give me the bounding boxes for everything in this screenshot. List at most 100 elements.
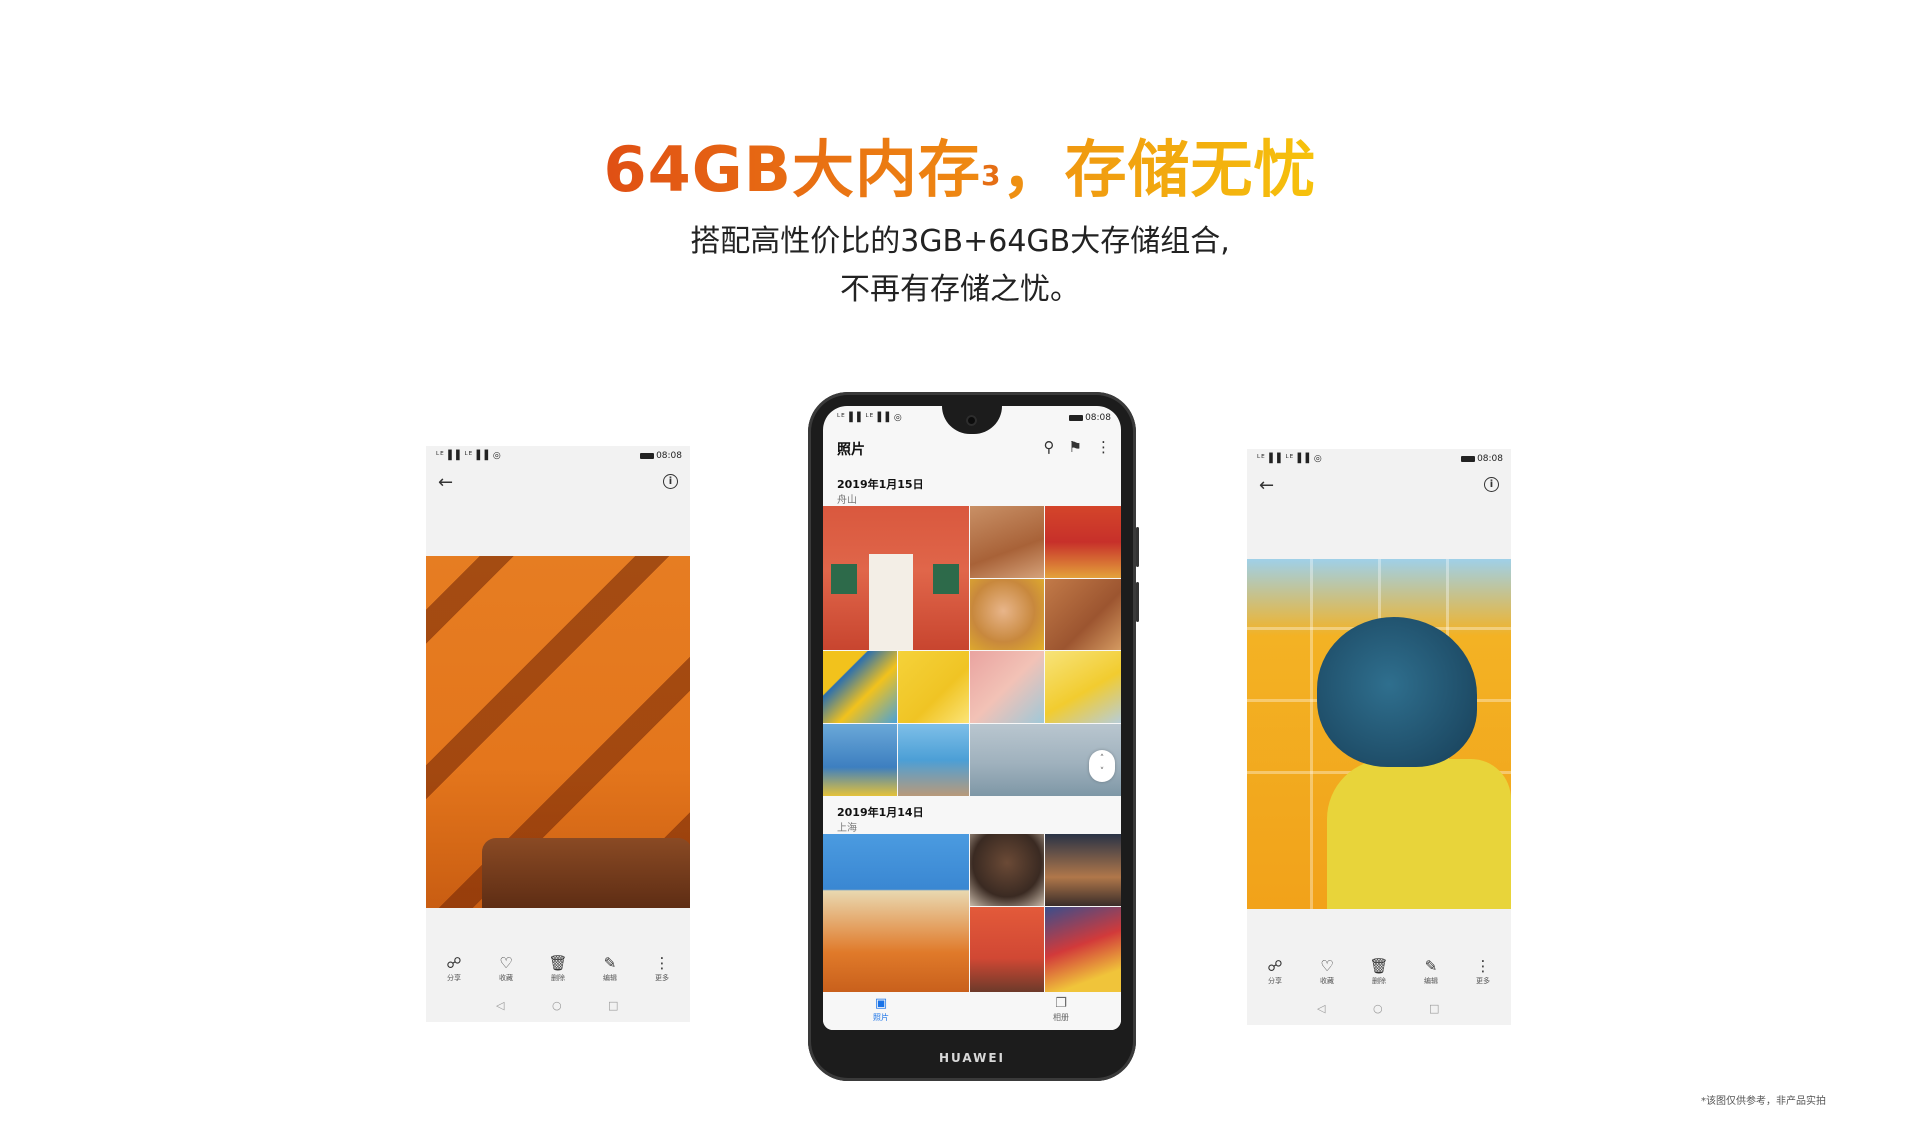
group-date: 2019年1月14日 [837, 806, 924, 819]
share-icon: ☍ [1267, 957, 1283, 975]
headline: 64GB大内存3，存储无忧 [0, 130, 1920, 210]
battery-icon [640, 453, 654, 459]
trash-icon: 🗑 [548, 954, 568, 972]
headline-footnote-mark: 3 [980, 159, 1002, 192]
edit-button[interactable]: ✎ 编辑 [590, 954, 630, 984]
status-time: 08:08 [1085, 413, 1111, 423]
nav-back-icon[interactable]: ◁ [1317, 1002, 1325, 1015]
more-button[interactable]: ⋮ 更多 [642, 954, 682, 984]
photo-thumbnail[interactable] [823, 651, 897, 723]
photo-grid-1 [823, 506, 1121, 796]
edit-label: 编辑 [1424, 977, 1438, 985]
photo-thumbnail[interactable] [970, 579, 1044, 650]
favorite-button[interactable]: ♡ 收藏 [486, 954, 526, 984]
right-photo-viewer-screen: ᴸᴱ▐▐ ᴸᴱ▐▐ ◎ 08:08 ← i ☍ 分享 ♡ 收藏 🗑 删除 ✎ 编… [1247, 449, 1511, 1025]
edit-icon: ✎ [603, 954, 617, 972]
headline-primary: 64GB大内存 [603, 133, 981, 206]
nav-recent-icon[interactable]: □ [608, 999, 618, 1012]
nav-recent-icon[interactable]: □ [1429, 1002, 1439, 1015]
albums-icon: ❐ [1055, 996, 1067, 1011]
status-time: 08:08 [1477, 454, 1503, 464]
left-photo-viewer-screen: ᴸᴱ▐▐ ᴸᴱ▐▐ ◎ 08:08 ← i ☍ 分享 ♡ 收藏 🗑 删除 ✎ 编… [426, 446, 690, 1022]
tab-photos[interactable]: ▣ 照片 [841, 996, 921, 1024]
photo-chair [482, 838, 690, 908]
back-arrow-icon[interactable]: ← [438, 472, 453, 493]
share-label: 分享 [447, 974, 461, 982]
delete-button[interactable]: 🗑 删除 [1359, 957, 1399, 987]
share-button[interactable]: ☍ 分享 [434, 954, 474, 984]
back-arrow-icon[interactable]: ← [1259, 475, 1274, 496]
tab-albums-label: 相册 [1053, 1013, 1069, 1022]
share-label: 分享 [1268, 977, 1282, 985]
fast-scroll-handle[interactable]: ˄ ˅ [1089, 750, 1115, 782]
navigation-keys: ◁ ○ □ [1247, 1002, 1511, 1018]
photo-thumbnail[interactable] [1045, 579, 1121, 650]
status-bar: ᴸᴱ▐▐ ᴸᴱ▐▐ ◎ 08:08 [426, 446, 690, 466]
info-icon[interactable]: i [1484, 477, 1499, 492]
search-icon[interactable]: ⚲ [1044, 438, 1055, 456]
signal-icons: ᴸᴱ▐▐ ᴸᴱ▐▐ ◎ [436, 451, 502, 461]
bottom-tab-bar: ▣ 照片 ❐ 相册 [823, 992, 1121, 1030]
photo-thumbnail[interactable] [970, 834, 1044, 906]
photo-thumbnail[interactable] [970, 506, 1044, 578]
battery-icon [1461, 456, 1475, 462]
favorite-button[interactable]: ♡ 收藏 [1307, 957, 1347, 987]
share-button[interactable]: ☍ 分享 [1255, 957, 1295, 987]
headline-secondary: ，存储无忧 [1001, 133, 1317, 206]
favorite-label: 收藏 [1320, 977, 1334, 985]
photo-thumbnail[interactable] [823, 724, 897, 796]
tab-photos-label: 照片 [873, 1013, 889, 1022]
delete-label: 删除 [551, 974, 565, 982]
group-location: 上海 [837, 823, 857, 834]
photo-grid-2 [823, 834, 1121, 994]
photo-thumbnail[interactable] [1045, 907, 1121, 992]
disclaimer: *该图仅供参考，非产品实拍 [1701, 1096, 1826, 1107]
power-key [1136, 582, 1139, 622]
status-bar: ᴸᴱ▐▐ ᴸᴱ▐▐ ◎ 08:08 [1247, 449, 1511, 469]
photo-door [869, 554, 913, 650]
heart-icon: ♡ [499, 954, 513, 972]
navigation-keys: ◁ ○ □ [426, 999, 690, 1015]
heart-icon: ♡ [1320, 957, 1334, 975]
more-button[interactable]: ⋮ 更多 [1463, 957, 1503, 987]
tab-albums[interactable]: ❐ 相册 [1021, 996, 1101, 1024]
photo-thumbnail[interactable] [823, 506, 969, 650]
share-icon: ☍ [446, 954, 462, 972]
edit-icon: ✎ [1424, 957, 1438, 975]
photo-thumbnail[interactable] [823, 834, 969, 992]
photo-window [933, 564, 959, 594]
status-bar: ᴸᴱ▐▐ ᴸᴱ▐▐ ◎ 08:08 [823, 406, 1121, 426]
photo-thumbnail[interactable] [1045, 506, 1121, 578]
gallery-actions: ⚲ ⚑ ⋮ [1030, 438, 1111, 456]
nav-home-icon[interactable]: ○ [1373, 1002, 1383, 1015]
edit-button[interactable]: ✎ 编辑 [1411, 957, 1451, 987]
photo-thumbnail[interactable] [970, 651, 1044, 723]
map-icon[interactable]: ⚑ [1069, 438, 1082, 456]
photo-thumbnail[interactable] [970, 907, 1044, 992]
photo-thumbnail[interactable] [1045, 834, 1121, 906]
signal-icons: ᴸᴱ▐▐ ᴸᴱ▐▐ ◎ [1257, 454, 1323, 464]
delete-button[interactable]: 🗑 删除 [538, 954, 578, 984]
more-icon: ⋮ [1475, 957, 1491, 975]
photo-toolbar: ☍ 分享 ♡ 收藏 🗑 删除 ✎ 编辑 ⋮ 更多 [426, 954, 690, 994]
more-label: 更多 [1476, 977, 1490, 985]
battery-icon [1069, 415, 1083, 421]
subtitle: 搭配高性价比的3GB+64GB大存储组合, 不再有存储之忧。 [0, 218, 1920, 314]
nav-back-icon[interactable]: ◁ [496, 999, 504, 1012]
subtitle-line-2: 不再有存储之忧。 [840, 272, 1080, 307]
photo-girl-yellow-wall [1247, 559, 1511, 909]
photo-toolbar: ☍ 分享 ♡ 收藏 🗑 删除 ✎ 编辑 ⋮ 更多 [1247, 957, 1511, 997]
photo-thumbnail[interactable] [1045, 651, 1121, 723]
favorite-label: 收藏 [499, 974, 513, 982]
status-time: 08:08 [656, 451, 682, 461]
more-icon: ⋮ [654, 954, 670, 972]
more-menu-icon[interactable]: ⋮ [1096, 438, 1111, 456]
brand-logo: HUAWEI [938, 1051, 1006, 1065]
photo-thumbnail[interactable] [898, 651, 969, 723]
info-icon[interactable]: i [663, 474, 678, 489]
photo-thumbnail[interactable] [898, 724, 969, 796]
phone-device: ᴸᴱ▐▐ ᴸᴱ▐▐ ◎ 08:08 照片 ⚲ ⚑ ⋮ 2019年1月15日 舟山 [808, 392, 1139, 1081]
photo-figure-hair [1317, 617, 1477, 767]
nav-home-icon[interactable]: ○ [552, 999, 562, 1012]
photo-window [831, 564, 857, 594]
